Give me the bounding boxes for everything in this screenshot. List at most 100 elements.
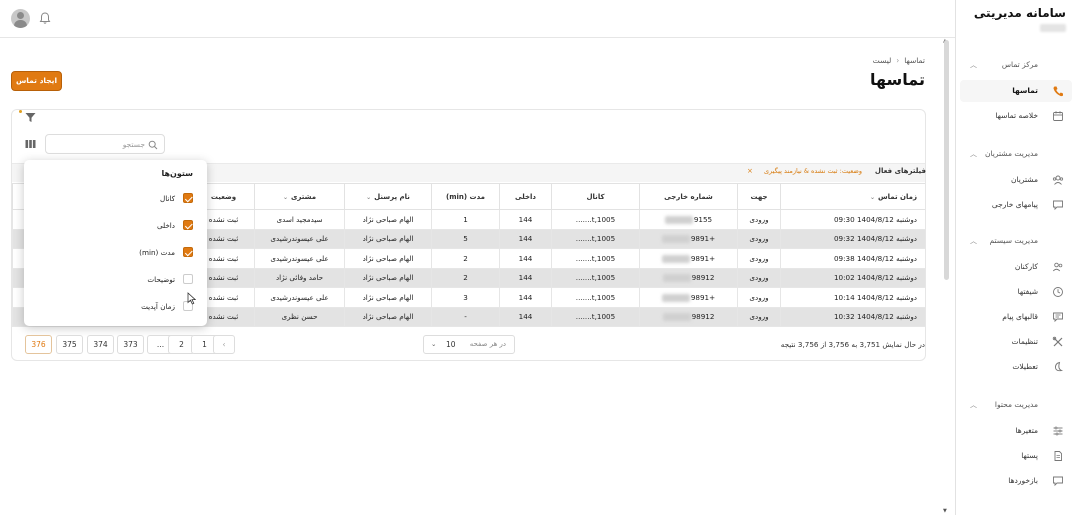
moon-icon	[1055, 361, 1064, 372]
user-avatar-icon[interactable]	[11, 9, 30, 28]
sidebar-item-label: بازخوردها	[1008, 476, 1038, 485]
chevron-down-icon[interactable]: ⌄	[366, 194, 371, 201]
table-cell: 2	[431, 248, 500, 269]
page-button[interactable]: 376	[25, 335, 52, 354]
filter-icon[interactable]	[24, 111, 37, 124]
column-checkbox[interactable]	[183, 274, 193, 284]
column-checkbox[interactable]	[183, 247, 193, 257]
sidebar-item[interactable]: کارکنان	[960, 256, 1072, 278]
chevron-down-icon[interactable]: ⌄	[283, 194, 288, 201]
table-cell: علی عیسوندرشیدی	[254, 228, 345, 249]
column-checkbox[interactable]	[183, 193, 193, 203]
table-cell: 2	[431, 267, 500, 288]
column-checkbox[interactable]	[183, 220, 193, 230]
feedback-icon	[1053, 476, 1063, 487]
bell-icon[interactable]	[38, 11, 52, 25]
sidebar-item[interactable]: قالبهای پیام	[960, 306, 1072, 328]
th-staff-name[interactable]: نام پرسنل⌄	[344, 183, 432, 210]
chevron-down-icon: ⌄	[431, 340, 437, 348]
column-option[interactable]: توضیحات	[133, 272, 193, 286]
prev-page-button[interactable]: ‹	[213, 335, 235, 354]
columns-popup-title: ستون‌ها	[161, 169, 193, 178]
th-call-time[interactable]: زمان تماس⌄	[780, 183, 925, 210]
th-extension[interactable]: داخلی	[499, 183, 552, 210]
table-cell: 144	[499, 228, 552, 249]
sidebar-item[interactable]: پیامهای خارجی	[960, 194, 1072, 216]
page-button[interactable]: 375	[56, 335, 83, 354]
redacted-number	[661, 235, 690, 244]
column-option[interactable]: مدت (min)	[133, 245, 193, 259]
results-summary: در حال نمایش 3,751 به 3,756 از 3,756 نتی…	[780, 340, 925, 349]
breadcrumb-separator-icon: ‹	[896, 56, 900, 65]
table-cell: الهام صباحی نژاد	[344, 267, 432, 288]
sidebar-item-label: مشتریان	[1011, 175, 1038, 184]
column-option[interactable]: زمان آپدیت	[133, 299, 193, 313]
table-cell: ورودی	[737, 306, 781, 327]
chevron-up-icon[interactable]: ︿	[970, 400, 977, 410]
column-option-label: توضیحات	[147, 275, 175, 284]
table-cell: -	[431, 306, 500, 327]
table-cell: 144	[499, 287, 552, 308]
create-call-button[interactable]: ایجاد تماس	[11, 71, 62, 91]
table-cell: دوشنبه 1404/8/12 09:30	[780, 209, 925, 230]
column-option-label: کانال	[159, 194, 175, 203]
columns-toggle-icon[interactable]	[25, 139, 36, 149]
table-cell: الهام صباحی نژاد	[344, 306, 432, 327]
sidebar-item[interactable]: مشتریان	[960, 169, 1072, 191]
chevron-up-icon[interactable]: ︿	[970, 236, 977, 246]
table-cell: ورودی	[737, 248, 781, 269]
document-icon	[1054, 451, 1062, 461]
sidebar: سامانه مدیریتی مرکز تماس ︿ تماسها خلاصه ت…	[955, 0, 1080, 515]
page-button[interactable]: 374	[87, 335, 114, 354]
breadcrumb: تماسها ‹ لیست	[873, 56, 925, 65]
table-cell: +9891	[639, 228, 738, 249]
sliders-icon	[1053, 426, 1063, 436]
th-channel[interactable]: کانال	[551, 183, 640, 210]
table-horizontal-scrollbar[interactable]	[12, 328, 925, 334]
table-cell: 144	[499, 209, 552, 230]
column-option-label: مدت (min)	[139, 248, 175, 257]
close-icon[interactable]: ×	[747, 167, 753, 175]
sidebar-item[interactable]: خلاصه تماسها	[960, 105, 1072, 127]
active-filters-label: فیلترهای فعال	[874, 167, 926, 175]
sidebar-item-label: قالبهای پیام	[1002, 312, 1038, 321]
table-cell: دوشنبه 1404/8/12 10:14	[780, 287, 925, 308]
column-option[interactable]: داخلی	[133, 218, 193, 232]
sidebar-item[interactable]: شیفتها	[960, 281, 1072, 303]
th-direction[interactable]: جهت	[737, 183, 781, 210]
sidebar-item-label: تماسها	[1012, 86, 1038, 95]
table-cell: 9155	[639, 209, 738, 230]
sidebar-item[interactable]: تعطیلات	[960, 356, 1072, 378]
columns-popup: ستون‌ها کانال داخلی مدت (min) توضیحات زم…	[24, 160, 207, 326]
table-cell: 3	[431, 287, 500, 308]
chevron-up-icon[interactable]: ︿	[970, 149, 977, 159]
column-option[interactable]: کانال	[133, 191, 193, 205]
search-input[interactable]	[50, 138, 145, 151]
page-button[interactable]: 373	[117, 335, 144, 354]
table-cell: 144	[499, 248, 552, 269]
sidebar-item-label: متغیرها	[1015, 426, 1038, 435]
table-cell: +9891	[639, 248, 738, 269]
page-size-select[interactable]: در هر صفحه 10 ⌄	[423, 335, 515, 354]
table-cell: الهام صباحی نژاد	[344, 248, 432, 269]
sidebar-item[interactable]: تماسها	[960, 80, 1072, 102]
table-cell: ورودی	[737, 267, 781, 288]
chevron-up-icon[interactable]: ︿	[970, 60, 977, 70]
table-cell: دوشنبه 1404/8/12 09:32	[780, 228, 925, 249]
th-customer[interactable]: مشتری⌄	[254, 183, 345, 210]
table-cell: دوشنبه 1404/8/12 10:02	[780, 267, 925, 288]
main-scrollbar[interactable]	[944, 40, 949, 280]
breadcrumb-item-calls[interactable]: تماسها	[904, 56, 925, 65]
th-external-number[interactable]: شماره خارجی	[639, 183, 738, 210]
redacted-number	[662, 313, 691, 322]
sidebar-item[interactable]: تنظیمات	[960, 331, 1072, 353]
chevron-down-icon[interactable]: ⌄	[870, 194, 875, 201]
table-cell: 1	[431, 209, 500, 230]
active-filter-chip[interactable]: وضعیت: ثبت نشده & نیازمند پیگیری	[764, 167, 862, 175]
scroll-down-arrow-icon[interactable]: ▼	[943, 508, 947, 514]
sidebar-item-label: پیامهای خارجی	[991, 200, 1038, 209]
sidebar-item[interactable]: متغیرها	[960, 420, 1072, 442]
sidebar-item[interactable]: بازخوردها	[960, 470, 1072, 492]
th-duration[interactable]: مدت (min)	[431, 183, 500, 210]
sidebar-item[interactable]: پستها	[960, 445, 1072, 467]
